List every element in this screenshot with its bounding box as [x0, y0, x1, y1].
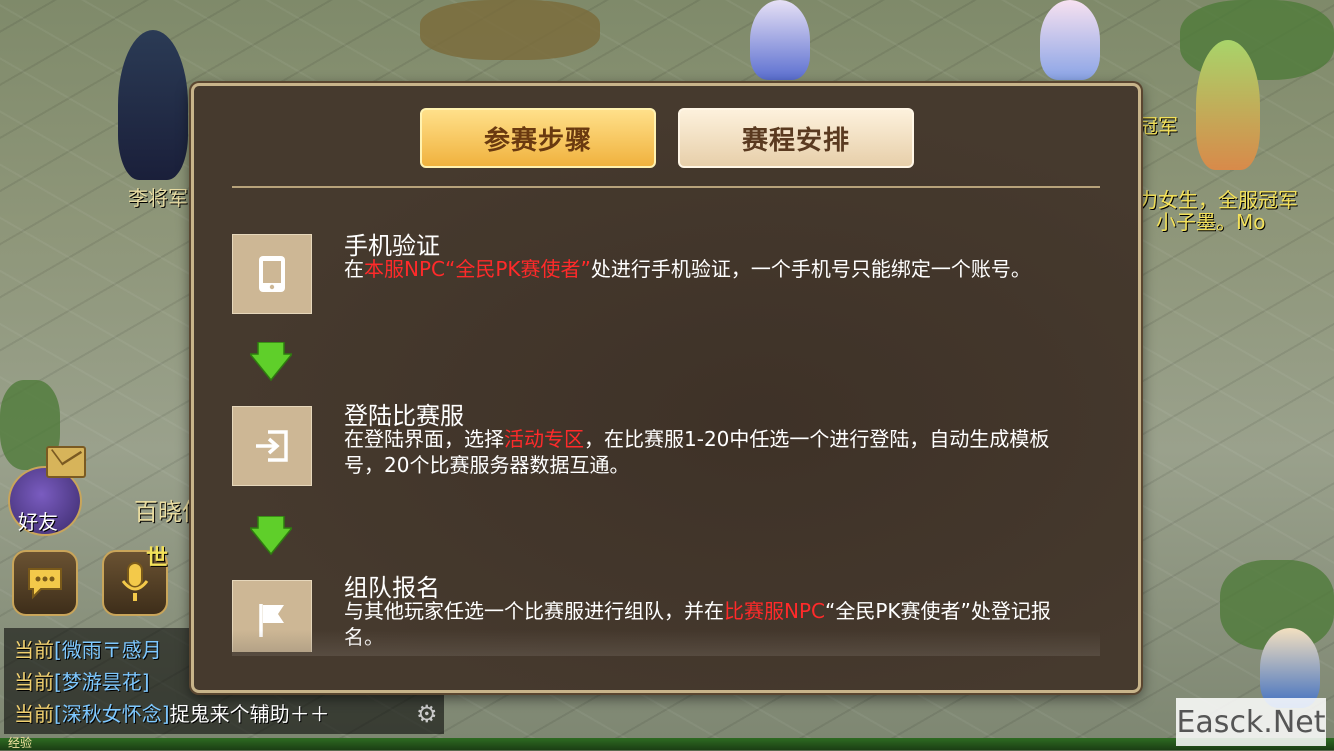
chat-player-name[interactable]: [微雨〒感月	[54, 638, 162, 662]
settings-gear-icon[interactable]: ⚙	[416, 700, 438, 728]
desc-text: 在	[344, 257, 364, 281]
mail-icon[interactable]	[46, 446, 86, 478]
npc-title-label: 力女生，全服冠军	[1138, 188, 1298, 212]
npc-fairy[interactable]	[1196, 40, 1260, 170]
experience-label: 经验	[8, 736, 33, 750]
desc-text: 与其他玩家任选一个比赛服进行组队，并在	[344, 599, 724, 623]
chat-message: 当前[微雨〒感月	[14, 634, 162, 663]
step-icon-box	[232, 234, 312, 314]
chat-message: 当前[深秋女怀念]捉鬼来个辅助＋＋	[14, 698, 330, 727]
login-icon	[256, 430, 288, 462]
step-icon-box	[232, 406, 312, 486]
experience-bar	[0, 738, 1334, 750]
chat-bubble-icon	[28, 568, 62, 600]
desc-highlight: 比赛服NPC	[724, 599, 825, 623]
friends-label: 好友	[18, 510, 58, 534]
desc-text: 处进行手机验证，一个手机号只能绑定一个账号。	[590, 257, 1031, 281]
tab-participation-steps[interactable]: 参赛步骤	[420, 108, 656, 168]
npc-title-label: 冠军	[1138, 114, 1178, 138]
npc-name-label: 李将军	[128, 186, 188, 210]
watermark: Easck.Net	[1176, 698, 1326, 746]
chat-player-name[interactable]: [深秋女怀念]	[54, 702, 170, 726]
npc-general[interactable]	[118, 30, 188, 180]
scroll-fade	[232, 630, 1100, 656]
tab-schedule[interactable]: 赛程安排	[678, 108, 914, 168]
world-channel-tag: 世	[146, 546, 169, 571]
chat-channel-tag: 当前	[14, 670, 54, 694]
npc-character[interactable]	[1040, 0, 1100, 80]
chat-message: 当前[梦游昙花]	[14, 666, 150, 695]
desc-highlight: 活动专区	[504, 427, 584, 451]
umbrella-stall	[420, 0, 600, 60]
chat-button[interactable]	[12, 550, 78, 616]
divider	[232, 186, 1100, 188]
desc-text: 在登陆界面，选择	[344, 427, 504, 451]
step-description: 在登陆界面，选择活动专区，在比赛服1-20中任选一个进行登陆，自动生成模板号，2…	[344, 426, 1064, 478]
chat-text: 捉鬼来个辅助＋＋	[169, 702, 330, 726]
chat-channel-tag: 当前	[14, 702, 54, 726]
down-arrow-icon	[250, 342, 292, 382]
steps-scroll-list[interactable]: 手机验证 在本服NPC“全民PK赛使者”处进行手机验证，一个手机号只能绑定一个账…	[194, 196, 1138, 652]
pk-event-dialog: 参赛步骤 赛程安排 手机验证 在本服NPC“全民PK赛使者”处进行手机验证，一个…	[191, 83, 1141, 693]
phone-icon	[259, 256, 285, 292]
chat-channel-tag: 当前	[14, 638, 54, 662]
npc-character[interactable]	[1260, 628, 1320, 708]
npc-character[interactable]	[750, 0, 810, 80]
chat-player-name[interactable]: [梦游昙花]	[54, 670, 150, 694]
step-description: 在本服NPC“全民PK赛使者”处进行手机验证，一个手机号只能绑定一个账号。	[344, 256, 1064, 282]
desc-highlight: 本服NPC“全民PK赛使者”	[364, 257, 591, 281]
down-arrow-icon	[250, 516, 292, 556]
